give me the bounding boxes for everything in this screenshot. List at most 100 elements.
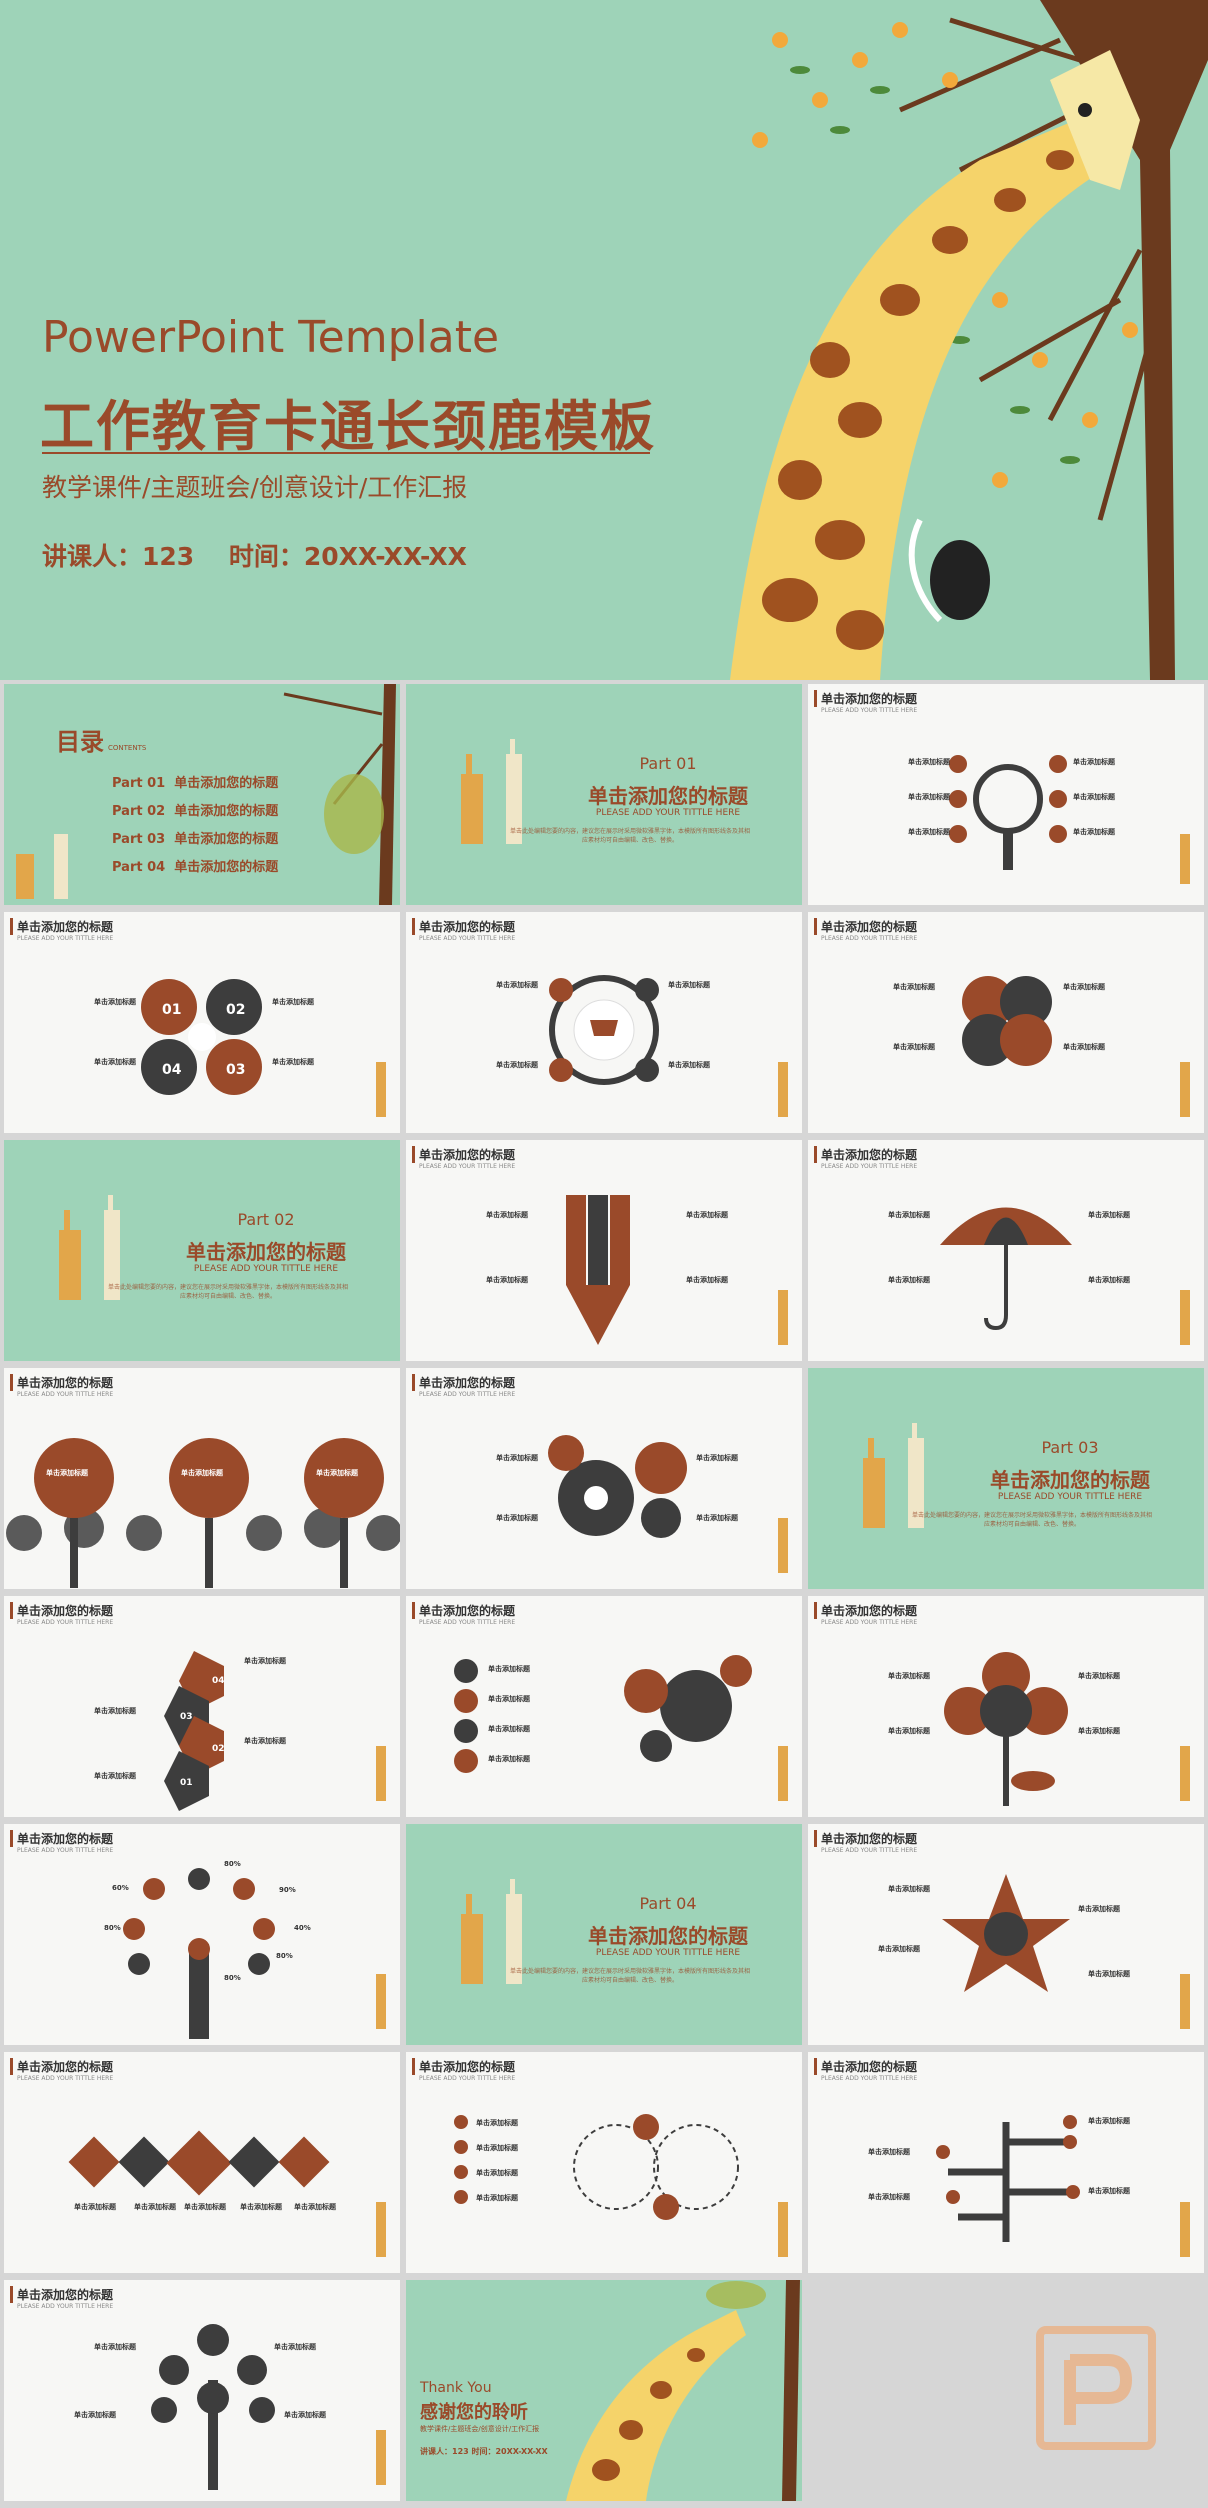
content-slide-circles[interactable]: 单击添加您的标题 PLEASE ADD YOUR TITTLE HERE 单击添加… [808, 912, 1204, 1133]
item-label: 单击添加标题 [1088, 1276, 1130, 1284]
speaker: 讲课人：123 [42, 542, 195, 571]
content-slide-branches[interactable]: 单击添加您的标题 PLEASE ADD YOUR TITTLE HERE 单击添加… [808, 2052, 1204, 2273]
cover-slide[interactable]: PowerPoint Template 工作教育卡通长颈鹿模板 教学课件/主题班… [0, 0, 1208, 680]
item-label: 单击添加标题 [1073, 758, 1115, 766]
item-label: 单击添加标题 [888, 1727, 930, 1735]
cover-title-en: PowerPoint Template [42, 312, 500, 363]
toc-slide[interactable]: 目录 CONTENTS Part 01 单击添加您的标题 Part 02 单击添加… [4, 684, 400, 905]
item-label: 单击添加标题 [244, 1737, 286, 1745]
item-label: 单击添加标题 [888, 1276, 930, 1284]
percent-label: 40% [294, 1924, 311, 1932]
percent-label: 80% [276, 1952, 293, 1960]
item-label: 单击添加标题 [94, 2343, 136, 2351]
section-subtitle: PLEASE ADD YOUR TITTLE HERE [595, 1948, 741, 1958]
content-slide-dashed-path[interactable]: 单击添加您的标题 PLEASE ADD YOUR TITTLE HERE 单击添加… [406, 2052, 802, 2273]
section-slide-3[interactable]: Part 03 单击添加您的标题 PLEASE ADD YOUR TITTLE … [808, 1368, 1204, 1589]
divider [42, 452, 650, 454]
percent-label: 80% [224, 1974, 241, 1982]
item-label: 单击添加标题 [240, 2203, 282, 2211]
item-label: 单击添加标题 [908, 828, 950, 836]
content-slide-umbrella[interactable]: 单击添加您的标题 PLEASE ADD YOUR TITTLE HERE 单击添加… [808, 1140, 1204, 1361]
item-label: 单击添加标题 [1073, 793, 1115, 801]
section-desc: 单击此处编辑您要的内容，建议您在展示时采用微软雅黑字体，本模版所有图形线条及其相… [510, 1968, 751, 1984]
percent-label: 90% [279, 1886, 296, 1894]
content-slide-diamonds[interactable]: 单击添加您的标题 PLEASE ADD YOUR TITTLE HERE 单击添加… [4, 2052, 400, 2273]
item-label: 单击添加标题 [488, 1665, 530, 1673]
item-label: 单击添加标题 [668, 1061, 710, 1069]
item-label: 单击添加标题 [272, 1058, 314, 1066]
percent-tree-diagram [123, 1868, 386, 2039]
thanks-cn: 感谢您的聆听 [420, 2402, 528, 2423]
item-label: 单击添加标题 [1078, 1727, 1120, 1735]
item-label: 单击添加标题 [486, 1211, 528, 1219]
item-label: 单击添加标题 [893, 983, 935, 991]
time: 时间：20XX-XX-XX [228, 542, 467, 571]
item-label: 单击添加标题 [1088, 2117, 1130, 2125]
item-label: 单击添加标题 [1088, 1970, 1130, 1978]
percent-label: 80% [104, 1924, 121, 1932]
percent-label: 80% [224, 1860, 241, 1868]
content-slide-star[interactable]: 单击添加您的标题 PLEASE ADD YOUR TITTLE HERE 单击添加… [808, 1824, 1204, 2045]
trees-diagram [6, 1438, 400, 1588]
item-label: 单击添加标题 [878, 1945, 920, 1953]
umbrella-diagram [940, 1207, 1190, 1345]
section-subtitle: PLEASE ADD YOUR TITTLE HERE [997, 1492, 1143, 1502]
item-label: 单击添加标题 [74, 2411, 116, 2419]
branch-diagram [936, 2115, 1190, 2257]
cover-info: 讲课人：123 时间：20XX-XX-XX [42, 537, 493, 573]
item-label: 单击添加标题 [184, 2203, 226, 2211]
item-label: 单击添加标题 [496, 1061, 538, 1069]
gears-diagram [548, 1435, 788, 1573]
section-slide-2[interactable]: Part 02 单击添加您的标题 PLEASE ADD YOUR TITTLE … [4, 1140, 400, 1361]
icon-list-gears [454, 1655, 788, 1801]
section-desc: 单击此处编辑您要的内容，建议您在展示时采用微软雅黑字体，本模版所有图形线条及其相… [108, 1284, 349, 1300]
item-label: 单击添加标题 [488, 1695, 530, 1703]
section-title: 单击添加您的标题 [186, 1240, 346, 1264]
section-desc: 单击此处编辑您要的内容，建议您在展示时采用微软雅黑字体，本模版所有图形线条及其相… [510, 828, 751, 844]
item-label: 单击添加标题 [94, 1707, 136, 1715]
section-subtitle: PLEASE ADD YOUR TITTLE HERE [595, 808, 741, 818]
section-slide-1[interactable]: Part 01 单击添加您的标题 PLEASE ADD YOUR TITTLE … [406, 684, 802, 905]
number-03: 03 [226, 1062, 246, 1078]
hexagon-stack-diagram [164, 1651, 386, 1811]
cover-title-cn: 工作教育卡通长颈鹿模板 [40, 395, 656, 458]
content-slide-tree-percents[interactable]: 单击添加您的标题 PLEASE ADD YOUR TITTLE HERE 60% … [4, 1824, 400, 2045]
content-slide-trees[interactable]: 单击添加您的标题 PLEASE ADD YOUR TITTLE HERE 单击添加… [4, 1368, 400, 1589]
item-label: 单击添加标题 [488, 1725, 530, 1733]
part-label: Part 01 [639, 754, 697, 773]
star-diagram [942, 1874, 1190, 2029]
number-04: 04 [212, 1676, 225, 1686]
content-slide-flower-numbers[interactable]: 单击添加您的标题 PLEASE ADD YOUR TITTLE HERE 01 0… [4, 912, 400, 1133]
item-label: 单击添加标题 [893, 1043, 935, 1051]
number-01: 01 [162, 1002, 182, 1018]
percent-label: 60% [112, 1884, 129, 1892]
content-slide-icons-gears[interactable]: 单击添加您的标题 PLEASE ADD YOUR TITTLE HERE 单击添加… [406, 1596, 802, 1817]
item-label: 单击添加标题 [488, 1755, 530, 1763]
item-label: 单击添加标题 [486, 1276, 528, 1284]
content-slide-hexagons[interactable]: 单击添加您的标题 PLEASE ADD YOUR TITTLE HERE 04 0… [4, 1596, 400, 1817]
item-label: 单击添加标题 [696, 1454, 738, 1462]
content-slide-tree-icons[interactable]: 单击添加您的标题 PLEASE ADD YOUR TITTLE HERE 单击添加… [4, 2280, 400, 2501]
content-slide-gears[interactable]: 单击添加您的标题 PLEASE ADD YOUR TITTLE HERE 单击添加… [406, 1368, 802, 1589]
flower-diagram [141, 979, 386, 1117]
thanks-sub: 教学课件/主题班会/创意设计/工作汇报 [420, 2425, 540, 2433]
section-slide-4[interactable]: Part 04 单击添加您的标题 PLEASE ADD YOUR TITTLE … [406, 1824, 802, 2045]
venn-diagram [962, 976, 1190, 1117]
content-slide-flower[interactable]: 单击添加您的标题 PLEASE ADD YOUR TITTLE HERE 单击添加… [808, 1596, 1204, 1817]
item-label: 单击添加标题 [94, 1772, 136, 1780]
content-slide-cart[interactable]: 单击添加您的标题 PLEASE ADD YOUR TITTLE HERE 单击添加… [406, 912, 802, 1133]
item-label: 单击添加标题 [134, 2203, 176, 2211]
content-slide-magnifier[interactable]: 单击添加您的标题 PLEASE ADD YOUR TITTLE HERE 单击添加… [808, 684, 1204, 905]
flower-person-diagram [944, 1652, 1190, 1806]
item-label: 单击添加标题 [908, 758, 950, 766]
section-subtitle: PLEASE ADD YOUR TITTLE HERE [193, 1264, 339, 1274]
number-01: 01 [180, 1778, 193, 1788]
content-slide-pencils[interactable]: 单击添加您的标题 PLEASE ADD YOUR TITTLE HERE 单击添加… [406, 1140, 802, 1361]
part-label: Part 03 [1041, 1438, 1099, 1457]
item-label: 单击添加标题 [1063, 983, 1105, 991]
item-label: 单击添加标题 [74, 2203, 116, 2211]
thanks-slide[interactable]: Thank You 感谢您的聆听 教学课件/主题班会/创意设计/工作汇报 讲课人… [406, 2280, 802, 2501]
number-03: 03 [180, 1712, 193, 1722]
tree-giraffes-illustration [16, 684, 396, 905]
part-label: Part 04 [639, 1894, 697, 1913]
